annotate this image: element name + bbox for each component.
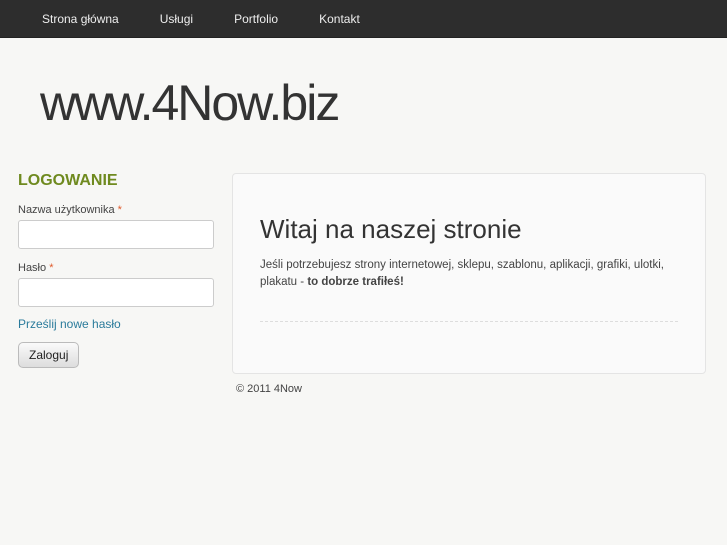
password-label: Hasło * — [18, 262, 214, 274]
required-mark: * — [117, 204, 122, 216]
site-title[interactable]: www.4Now.biz — [40, 74, 340, 132]
username-label-text: Nazwa użytkownika — [18, 204, 115, 216]
username-input[interactable] — [18, 220, 214, 249]
nav-services[interactable]: Usługi — [160, 12, 193, 26]
intro-text: Jeśli potrzebujesz strony internetowej, … — [260, 257, 678, 291]
footer-copyright: © 2011 4Now — [236, 383, 302, 395]
top-navigation: Strona główna Usługi Portfolio Kontakt — [0, 0, 727, 38]
divider — [260, 321, 678, 322]
password-label-text: Hasło — [18, 262, 47, 274]
password-input[interactable] — [18, 278, 214, 307]
login-button[interactable]: Zaloguj — [18, 342, 80, 368]
page-title: Witaj na naszej stronie — [260, 214, 522, 244]
content-box: Witaj na naszej stronie Jeśli potrzebuje… — [232, 173, 706, 374]
nav-contact[interactable]: Kontakt — [319, 12, 360, 26]
nav-portfolio[interactable]: Portfolio — [234, 12, 278, 26]
login-title: LOGOWANIE — [18, 172, 118, 189]
nav-home[interactable]: Strona główna — [42, 12, 119, 26]
username-label: Nazwa użytkownika * — [18, 204, 214, 216]
required-mark: * — [49, 262, 54, 274]
login-block: LOGOWANIE Nazwa użytkownika * Hasło * Pr… — [18, 172, 214, 368]
reset-password-link[interactable]: Prześlij nowe hasło — [18, 317, 214, 331]
intro-text-bold: to dobrze trafiłeś! — [307, 276, 404, 288]
